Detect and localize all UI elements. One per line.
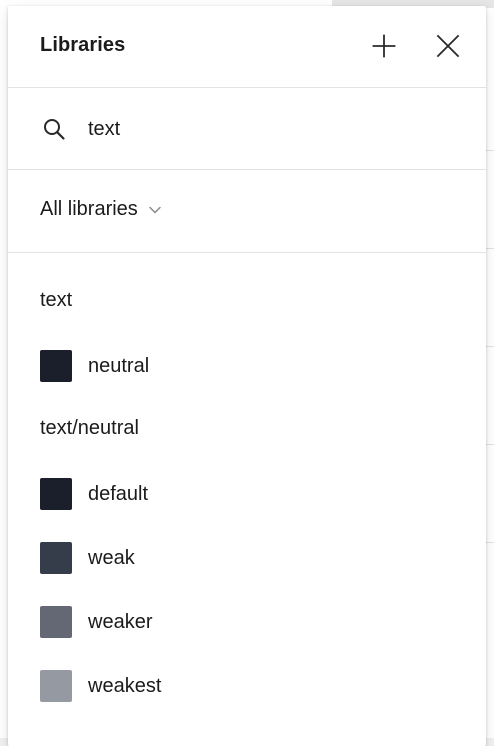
- background-divider: [486, 346, 494, 347]
- search-icon: [44, 119, 65, 140]
- chevron-down-icon: [149, 206, 161, 213]
- token-item-weaker[interactable]: weaker: [40, 606, 460, 638]
- color-swatch: [40, 350, 72, 382]
- color-swatch: [40, 670, 72, 702]
- plus-icon: [372, 34, 396, 58]
- background-divider: [486, 248, 494, 249]
- close-icon: [436, 34, 460, 58]
- library-filter-label: All libraries: [40, 198, 138, 220]
- color-swatch: [40, 478, 72, 510]
- background-divider: [486, 150, 494, 151]
- close-button[interactable]: [432, 30, 464, 62]
- search-input[interactable]: [88, 112, 448, 146]
- add-library-button[interactable]: [368, 30, 400, 62]
- library-filter-row: All libraries: [8, 170, 486, 253]
- panel-header: Libraries: [8, 6, 486, 88]
- token-name: weak: [88, 546, 135, 569]
- token-item-weak[interactable]: weak: [40, 542, 460, 574]
- group-header-text: text: [40, 289, 73, 311]
- token-item-neutral[interactable]: neutral: [40, 350, 460, 382]
- library-filter-dropdown[interactable]: All libraries: [40, 198, 162, 221]
- color-swatch: [40, 542, 72, 574]
- panel-title: Libraries: [40, 34, 126, 56]
- color-swatch: [40, 606, 72, 638]
- search-bar: [8, 88, 486, 170]
- background-divider: [486, 444, 494, 445]
- background-divider: [486, 542, 494, 543]
- libraries-panel: Libraries All libraries text: [8, 6, 486, 746]
- group-header-text-neutral: text/neutral: [40, 417, 139, 439]
- token-name: weakest: [88, 674, 162, 697]
- token-name: weaker: [88, 610, 153, 633]
- token-item-weakest[interactable]: weakest: [40, 670, 460, 702]
- token-name: neutral: [88, 354, 150, 377]
- token-name: default: [88, 482, 149, 505]
- token-item-default[interactable]: default: [40, 478, 460, 510]
